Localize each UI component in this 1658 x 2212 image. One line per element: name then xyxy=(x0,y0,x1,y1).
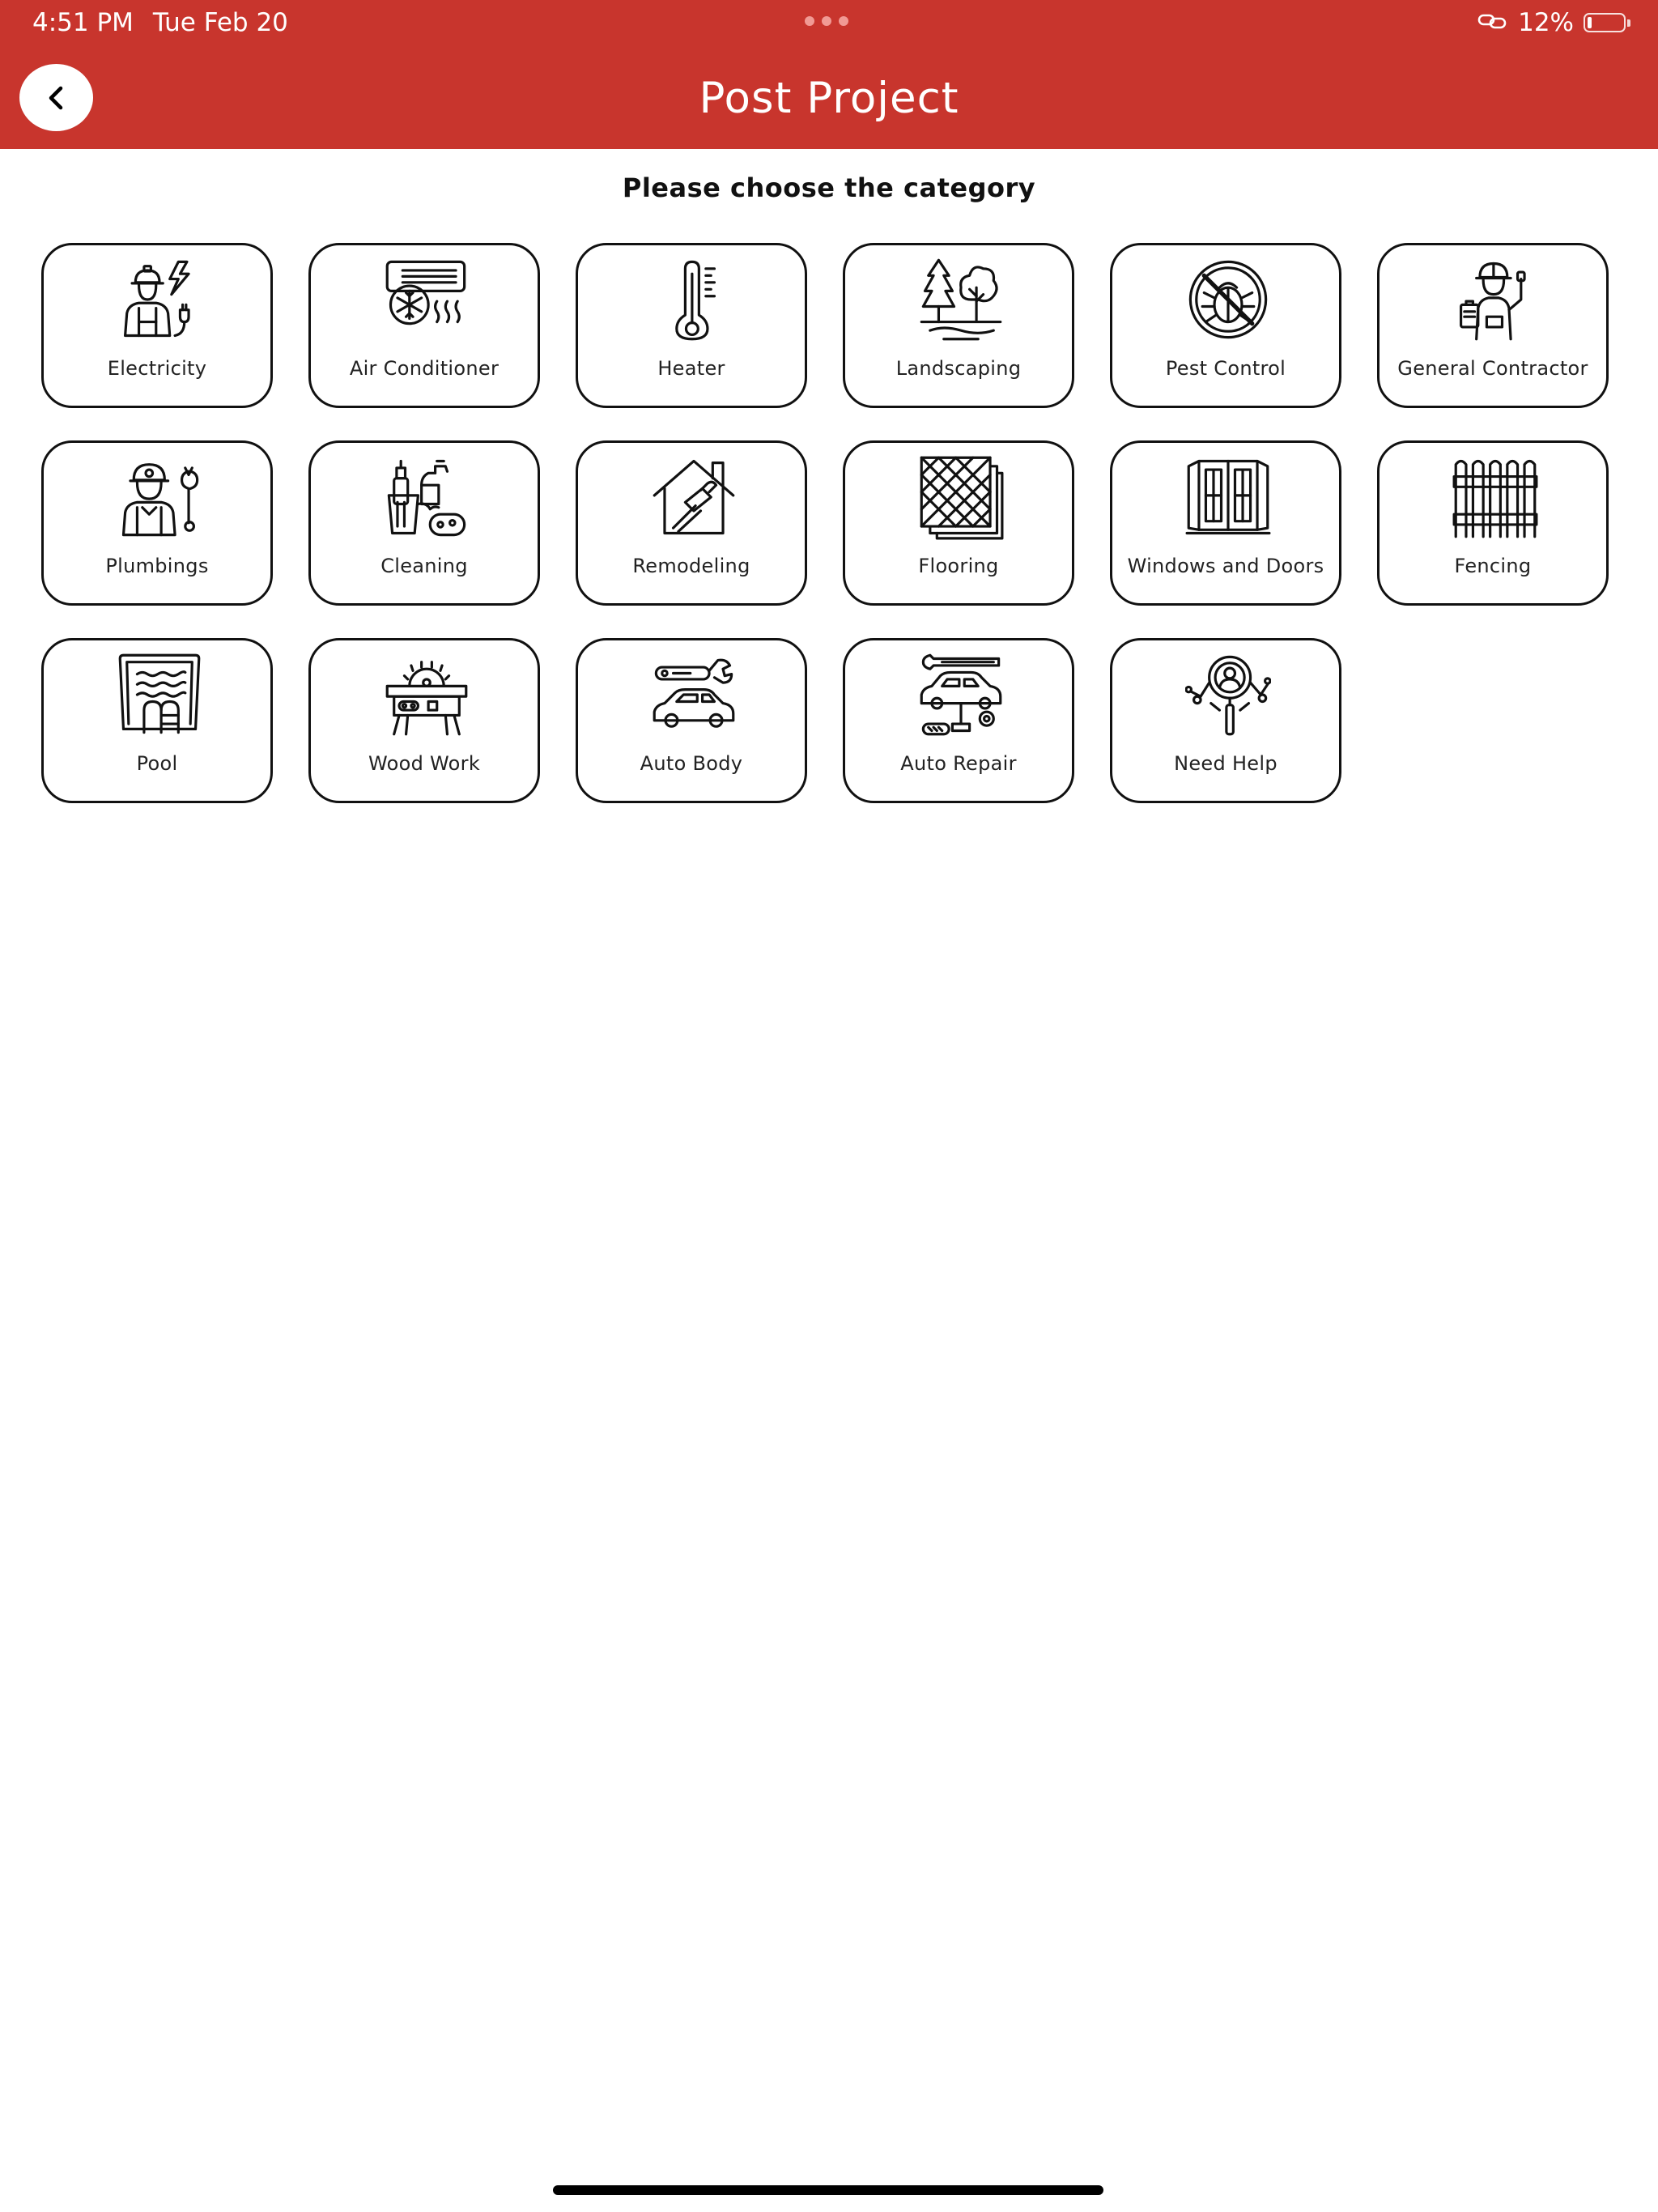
category-tile-plumbings[interactable]: Plumbings xyxy=(41,440,273,606)
category-tile-need-help[interactable]: Need Help xyxy=(1110,638,1341,803)
multitasking-dots-icon[interactable] xyxy=(805,16,848,26)
category-tile-wood-work[interactable]: Wood Work xyxy=(308,638,540,803)
section-title: Please choose the category xyxy=(622,172,1036,203)
thermometer-icon xyxy=(651,257,737,342)
category-tile-auto-body[interactable]: Auto Body xyxy=(576,638,807,803)
link-icon xyxy=(1477,8,1508,37)
car-wrench-icon xyxy=(651,652,737,738)
category-label: Auto Repair xyxy=(900,752,1017,775)
category-tile-pest-control[interactable]: Pest Control xyxy=(1110,243,1341,408)
category-label: Auto Body xyxy=(640,752,743,775)
category-tile-windows-and-doors[interactable]: Windows and Doors xyxy=(1110,440,1341,606)
trees-icon xyxy=(918,257,1004,342)
battery-percent: 12% xyxy=(1518,8,1574,37)
air-conditioner-icon xyxy=(384,257,470,342)
contractor-icon xyxy=(1452,257,1538,342)
window-door-icon xyxy=(1185,454,1271,540)
home-indicator[interactable] xyxy=(553,2185,1103,2195)
page-title: Post Project xyxy=(699,74,959,123)
category-label: Flooring xyxy=(918,555,999,577)
house-hammer-icon xyxy=(651,454,737,540)
pool-icon xyxy=(117,652,202,738)
category-tile-remodeling[interactable]: Remodeling xyxy=(576,440,807,606)
plumber-icon xyxy=(117,454,202,540)
status-date: Tue Feb 20 xyxy=(152,8,288,37)
category-tile-pool[interactable]: Pool xyxy=(41,638,273,803)
category-tile-landscaping[interactable]: Landscaping xyxy=(843,243,1074,408)
category-label: Windows and Doors xyxy=(1127,555,1324,577)
category-label: Air Conditioner xyxy=(349,357,500,380)
category-label: Remodeling xyxy=(632,555,750,577)
category-label: Need Help xyxy=(1174,752,1278,775)
category-tile-flooring[interactable]: Flooring xyxy=(843,440,1074,606)
no-bug-icon xyxy=(1185,257,1271,342)
floor-tiles-icon xyxy=(918,454,1004,540)
app-header: 4:51 PM Tue Feb 20 12% Post Project xyxy=(0,0,1658,149)
category-label: Landscaping xyxy=(895,357,1022,380)
category-label: Fencing xyxy=(1454,555,1532,577)
category-label: Wood Work xyxy=(368,752,481,775)
category-tile-cleaning[interactable]: Cleaning xyxy=(308,440,540,606)
cleaning-supplies-icon xyxy=(384,454,470,540)
category-label: General Contractor xyxy=(1397,357,1588,380)
fence-icon xyxy=(1452,454,1538,540)
electrician-icon xyxy=(117,257,202,342)
category-label: Plumbings xyxy=(105,555,209,577)
category-tile-fencing[interactable]: Fencing xyxy=(1377,440,1609,606)
category-tile-electricity[interactable]: Electricity xyxy=(41,243,273,408)
category-tile-general-contractor[interactable]: General Contractor xyxy=(1377,243,1609,408)
category-label: Pest Control xyxy=(1165,357,1286,380)
saw-table-icon xyxy=(384,652,470,738)
category-tile-heater[interactable]: Heater xyxy=(576,243,807,408)
status-bar-left: 4:51 PM Tue Feb 20 xyxy=(32,6,288,39)
category-label: Pool xyxy=(136,752,178,775)
car-lift-icon xyxy=(918,652,1004,738)
category-label: Cleaning xyxy=(380,555,468,577)
magnifier-person-icon xyxy=(1185,652,1271,738)
category-tile-auto-repair[interactable]: Auto Repair xyxy=(843,638,1074,803)
battery-icon xyxy=(1584,13,1630,32)
status-time: 4:51 PM xyxy=(32,8,134,37)
category-label: Heater xyxy=(657,357,725,380)
category-tile-air-conditioner[interactable]: Air Conditioner xyxy=(308,243,540,408)
category-label: Electricity xyxy=(107,357,207,380)
status-bar-right: 12% xyxy=(1477,6,1630,39)
